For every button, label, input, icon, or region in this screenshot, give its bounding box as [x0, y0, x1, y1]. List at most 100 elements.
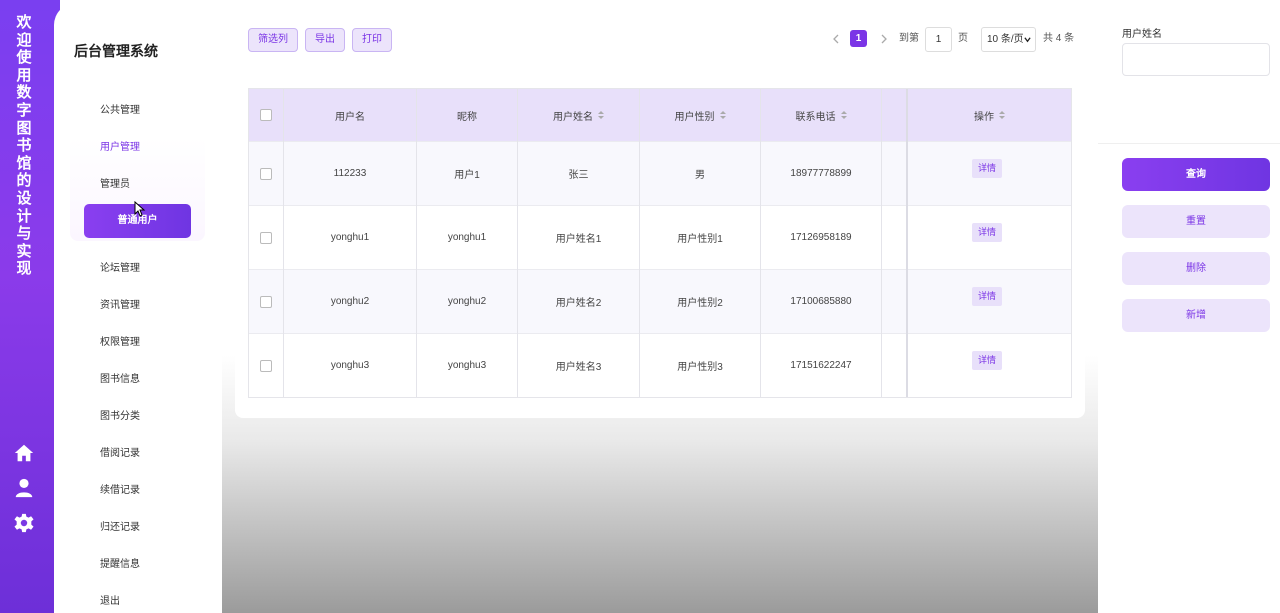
total-count: 共 4 条	[1043, 33, 1075, 44]
table-row: yonghu1 yonghu1 用户姓名1 用户性别1 17126958189 …	[249, 205, 1071, 269]
export-button[interactable]: 导出	[305, 28, 345, 52]
nav-item-users[interactable]: 用户管理	[100, 138, 140, 153]
toolbar: 筛选列 导出 打印 1 到第 1 页 10 条/页 共 4 条	[235, 17, 1085, 61]
row-checkbox-cell[interactable]	[249, 270, 283, 333]
cell-username: yonghu3	[330, 360, 370, 371]
page-size-value: 10 条/页	[987, 34, 1024, 45]
next-page-icon[interactable]	[879, 34, 889, 44]
cell-realname: 用户姓名2	[555, 298, 602, 309]
cell-nickname: yonghu3	[447, 360, 487, 371]
home-icon[interactable]	[13, 442, 35, 464]
table-row: yonghu3 yonghu3 用户姓名3 用户性别3 17151622247 …	[249, 333, 1071, 397]
mouse-cursor-icon	[134, 201, 146, 217]
realname-input[interactable]	[1122, 43, 1270, 76]
chevron-down-icon	[1024, 37, 1031, 43]
cell-phone: 17151622247	[790, 360, 852, 371]
cell-username: yonghu2	[330, 296, 370, 307]
page-size-select[interactable]: 10 条/页	[981, 27, 1036, 52]
cell-nickname: 用户1	[454, 170, 480, 181]
select-all-checkbox[interactable]	[260, 109, 272, 121]
fixed-column-divider	[906, 89, 908, 397]
gear-icon[interactable]	[13, 512, 35, 534]
select-all-checkbox-cell[interactable]	[249, 89, 283, 141]
cell-username: yonghu1	[330, 232, 370, 243]
goto-page-input[interactable]: 1	[925, 27, 952, 52]
sort-icon[interactable]	[999, 110, 1005, 120]
cell-phone: 18977778899	[790, 168, 852, 179]
nav-item-return-records[interactable]: 归还记录	[100, 518, 140, 533]
col-header-realname[interactable]: 用户姓名	[518, 89, 639, 141]
print-button[interactable]: 打印	[352, 28, 392, 52]
cell-phone: 17100685880	[790, 296, 852, 307]
detail-button[interactable]: 详情	[972, 351, 1002, 370]
user-icon[interactable]	[13, 477, 35, 499]
reset-button[interactable]: 重置	[1122, 205, 1270, 238]
cell-phone: 17126958189	[790, 232, 852, 243]
table-row: 112233 用户1 张三 男 18977778899 详情	[249, 141, 1071, 205]
table-panel: 用户名 昵称 用户姓名 用户性别 联系电话 操作 112233 用户1 张三 男…	[235, 68, 1085, 418]
filter-label-realname: 用户姓名	[1122, 29, 1162, 40]
nav-item-permissions[interactable]: 权限管理	[100, 333, 140, 348]
sidebar-strip: 欢迎使用数字图书馆的设计与实现	[0, 0, 60, 613]
table-row: yonghu2 yonghu2 用户姓名2 用户性别2 17100685880 …	[249, 269, 1071, 333]
detail-button[interactable]: 详情	[972, 223, 1002, 242]
nav-item-public[interactable]: 公共管理	[100, 101, 140, 116]
nav-item-borrow-records[interactable]: 借阅记录	[100, 444, 140, 459]
nav-item-forum[interactable]: 论坛管理	[100, 259, 140, 274]
detail-button[interactable]: 详情	[972, 287, 1002, 306]
nav-panel: 后台管理系统 公共管理 用户管理 管理员 普通用户 论坛管理 资讯管理 权限管理…	[54, 3, 222, 613]
sort-icon[interactable]	[840, 110, 847, 120]
nav-subitem-admin[interactable]: 管理员	[100, 175, 130, 190]
nav-item-book-category[interactable]: 图书分类	[100, 407, 140, 422]
cell-gender: 用户性别3	[677, 362, 723, 373]
prev-page-icon[interactable]	[831, 34, 841, 44]
cell-gender: 用户性别1	[677, 234, 723, 245]
col-header-phone[interactable]: 联系电话	[761, 89, 881, 141]
filter-panel: 用户姓名 查询 重置 删除 新增	[1098, 0, 1280, 613]
row-checkbox-cell[interactable]	[249, 334, 283, 397]
brand-title: 后台管理系统	[74, 43, 158, 59]
add-button[interactable]: 新增	[1122, 299, 1270, 332]
nav-item-reminders[interactable]: 提醒信息	[100, 555, 140, 570]
column-divider	[760, 89, 761, 397]
column-divider	[517, 89, 518, 397]
sort-icon[interactable]	[598, 110, 604, 120]
row-checkbox[interactable]	[260, 167, 272, 180]
column-divider	[881, 89, 882, 397]
col-header-username: 用户名	[335, 111, 365, 123]
sort-icon[interactable]	[719, 110, 726, 120]
row-checkbox[interactable]	[260, 295, 272, 308]
nav-item-book-info[interactable]: 图书信息	[100, 370, 140, 385]
column-divider	[283, 89, 284, 397]
cell-gender: 用户性别2	[677, 298, 723, 309]
column-divider	[416, 89, 417, 397]
row-checkbox-cell[interactable]	[249, 142, 283, 205]
col-header-actions[interactable]: 操作	[908, 89, 1071, 141]
row-checkbox-cell[interactable]	[249, 206, 283, 269]
delete-button[interactable]: 删除	[1122, 252, 1270, 285]
page-number[interactable]: 1	[850, 17, 867, 61]
cell-username: 112233	[333, 168, 367, 179]
col-header-nickname: 昵称	[457, 111, 477, 123]
query-button[interactable]: 查询	[1122, 158, 1270, 191]
nav-item-renew-records[interactable]: 续借记录	[100, 481, 140, 496]
cell-gender: 男	[695, 170, 705, 181]
col-header-gender[interactable]: 用户性别	[640, 89, 760, 141]
cell-nickname: yonghu1	[447, 232, 487, 243]
column-divider	[639, 89, 640, 397]
cell-realname: 用户姓名3	[555, 362, 602, 373]
row-checkbox[interactable]	[260, 231, 272, 244]
filter-columns-button[interactable]: 筛选列	[248, 28, 298, 52]
cell-nickname: yonghu2	[447, 296, 487, 307]
row-checkbox[interactable]	[260, 359, 272, 372]
goto-suffix: 页	[958, 33, 968, 44]
data-table: 用户名 昵称 用户姓名 用户性别 联系电话 操作 112233 用户1 张三 男…	[248, 88, 1072, 398]
divider	[1098, 143, 1280, 144]
detail-button[interactable]: 详情	[972, 159, 1002, 178]
nav-item-news[interactable]: 资讯管理	[100, 296, 140, 311]
table-header: 用户名 昵称 用户姓名 用户性别 联系电话 操作	[249, 89, 1071, 141]
nav-item-logout[interactable]: 退出	[100, 592, 120, 607]
app-title: 欢迎使用数字图书馆的设计与实现	[16, 14, 32, 278]
cell-realname: 用户姓名1	[555, 234, 602, 245]
cell-realname: 张三	[568, 170, 589, 181]
